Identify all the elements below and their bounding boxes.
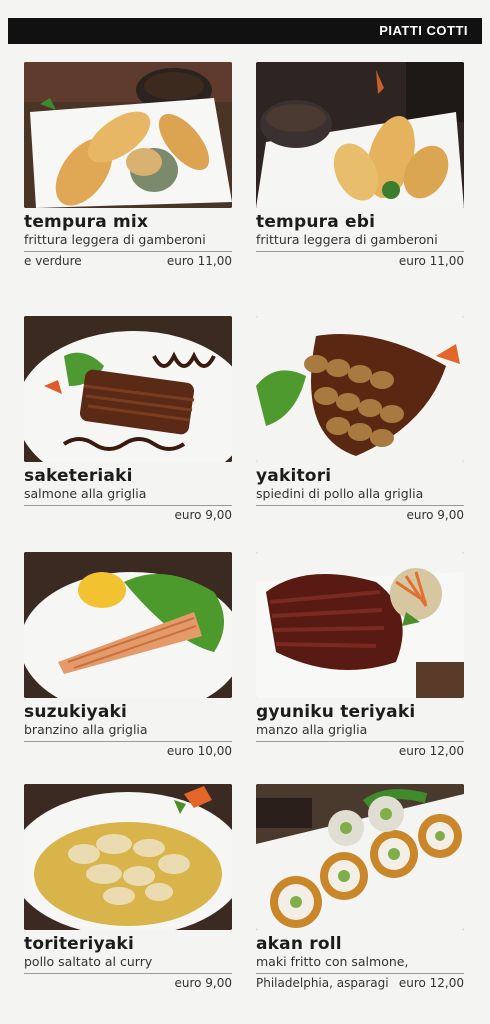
dish-photo [24,552,232,698]
menu-item-tempura-ebi: tempura ebi frittura leggera di gamberon… [256,62,464,270]
dish-photo [24,316,232,462]
dish-description: salmone alla griglia [24,486,147,501]
dish-description: maki fritto con salmone, [256,954,409,969]
dish-description: manzo alla griglia [256,722,368,737]
menu-item-akan-roll: akan roll maki fritto con salmone, Phila… [256,784,464,992]
dish-description: frittura leggera di gamberoni [24,232,206,247]
dish-name: gyuniku teriyaki [256,702,416,722]
dish-description-cont: e verdure [24,254,82,268]
dish-name: akan roll [256,934,342,954]
dish-price: euro 9,00 [174,976,232,990]
menu-item-toriteriyaki: toriteriyaki pollo saltato al curry euro… [24,784,232,992]
dish-description: pollo saltato al curry [24,954,153,969]
dish-name: saketeriaki [24,466,133,486]
section-header: PIATTI COTTI [8,18,482,44]
dish-price: euro 11,00 [166,254,232,268]
menu-item-tempura-mix: tempura mix frittura leggera di gamberon… [24,62,232,270]
dish-name: yakitori [256,466,332,486]
section-title: PIATTI COTTI [379,23,468,38]
dish-price: euro 9,00 [174,508,232,522]
menu-item-saketeriaki: saketeriaki salmone alla griglia euro 9,… [24,316,232,524]
dish-price: euro 12,00 [398,976,464,990]
dish-photo [24,62,232,208]
dish-photo [256,552,464,698]
menu-item-suzukiyaki: suzukiyaki branzino alla griglia euro 10… [24,552,232,760]
dish-price: euro 11,00 [398,254,464,268]
dish-name: tempura mix [24,212,149,232]
dish-photo [256,62,464,208]
dish-description: spiedini di pollo alla griglia [256,486,424,501]
dish-price: euro 9,00 [406,508,464,522]
dish-photo [256,316,464,462]
dish-price: euro 12,00 [398,744,464,758]
dish-photo [256,784,464,930]
dish-description-cont: Philadelphia, asparagi [256,976,389,990]
dish-photo [24,784,232,930]
dish-description: frittura leggera di gamberoni [256,232,438,247]
dish-description: branzino alla griglia [24,722,148,737]
dish-name: toriteriyaki [24,934,134,954]
menu-item-yakitori: yakitori spiedini di pollo alla griglia … [256,316,464,524]
menu-item-gyuniku-teriyaki: gyuniku teriyaki manzo alla griglia euro… [256,552,464,760]
dish-name: tempura ebi [256,212,376,232]
dish-price: euro 10,00 [166,744,232,758]
dish-name: suzukiyaki [24,702,128,722]
